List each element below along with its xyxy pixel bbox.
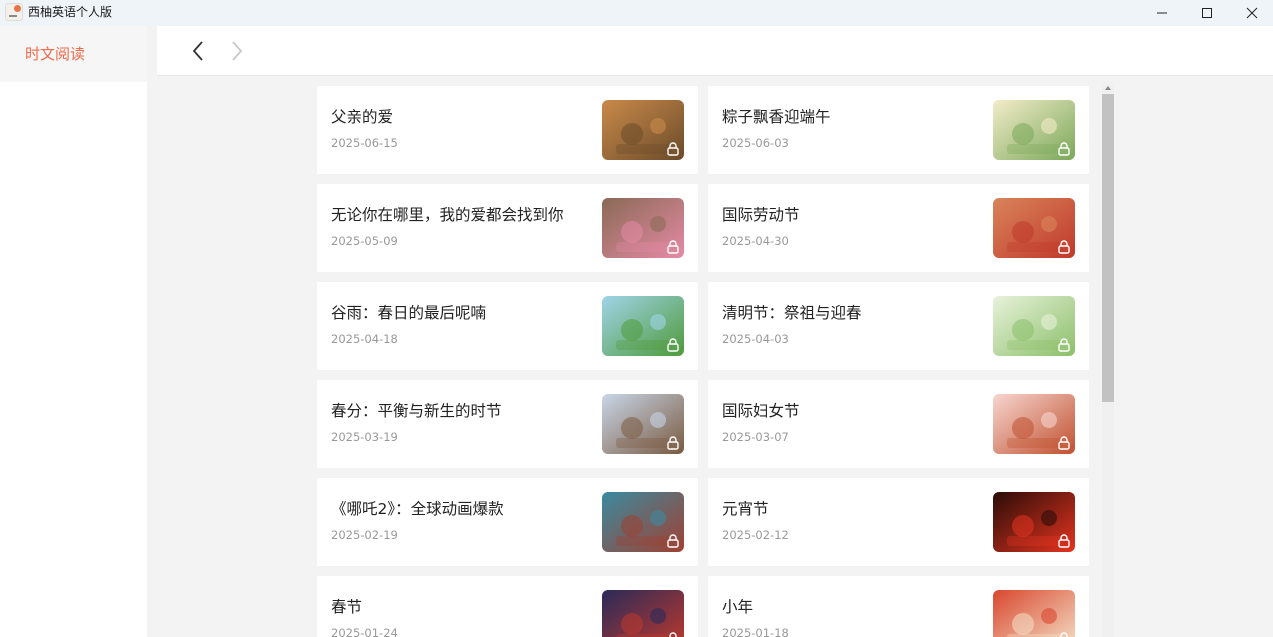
lock-icon [1056,141,1072,157]
article-date: 2025-02-19 [331,528,398,542]
article-title: 国际劳动节 [722,206,800,224]
scrollbar-thumb[interactable] [1102,94,1114,402]
lock-icon [665,141,681,157]
article-thumbnail [993,492,1075,552]
article-date: 2025-01-18 [722,626,789,637]
article-card[interactable]: 清明节：祭祖与迎春 2025-04-03 [708,282,1089,370]
minimize-icon [1157,12,1167,14]
article-thumbnail [602,100,684,160]
lock-icon [665,435,681,451]
article-card[interactable]: 春节 2025-01-24 [317,576,698,637]
sidebar-item-reading[interactable]: 时文阅读 [0,26,147,82]
article-card[interactable]: 无论你在哪里，我的爱都会找到你 2025-05-09 [317,184,698,272]
article-date: 2025-03-07 [722,430,789,444]
lock-icon [1056,337,1072,353]
app-logo-icon [5,3,23,21]
lock-icon [665,239,681,255]
maximize-icon [1202,8,1212,18]
article-thumbnail [993,590,1075,637]
scrollbar[interactable] [1102,82,1114,637]
top-nav-bar [157,26,1273,76]
close-button[interactable] [1229,0,1273,26]
minimize-button[interactable] [1139,0,1185,26]
lock-icon [665,631,681,637]
article-title: 父亲的爱 [331,108,394,126]
article-title: 春分：平衡与新生的时节 [331,402,502,420]
article-thumbnail [993,198,1075,258]
article-card[interactable]: 国际劳动节 2025-04-30 [708,184,1089,272]
article-date: 2025-05-09 [331,234,398,248]
article-title: 清明节：祭祖与迎春 [722,304,862,322]
forward-button[interactable] [225,38,249,64]
article-title: 粽子飘香迎端午 [722,108,831,126]
lock-icon [1056,533,1072,549]
article-date: 2025-06-03 [722,136,789,150]
article-thumbnail [993,296,1075,356]
article-title: 《哪吒2》：全球动画爆款 [331,500,504,518]
article-title: 元宵节 [722,500,769,518]
sidebar: 时文阅读 [0,26,147,637]
lock-icon [665,533,681,549]
article-thumbnail [602,296,684,356]
article-date: 2025-04-18 [331,332,398,346]
article-title: 春节 [331,598,363,616]
maximize-button[interactable] [1184,0,1230,26]
chevron-left-icon [192,41,203,61]
article-title: 无论你在哪里，我的爱都会找到你 [331,206,564,224]
article-card[interactable]: 粽子飘香迎端午 2025-06-03 [708,86,1089,174]
article-card[interactable]: 元宵节 2025-02-12 [708,478,1089,566]
close-icon [1246,7,1258,19]
scroll-up-arrow[interactable] [1102,82,1114,94]
article-title: 谷雨：春日的最后呢喃 [331,304,487,322]
chevron-right-icon [232,41,243,61]
article-date: 2025-04-03 [722,332,789,346]
article-thumbnail [602,394,684,454]
title-bar: 西柚英语个人版 [0,0,1273,26]
article-list: 父亲的爱 2025-06-15 粽子飘香迎端午 2025-06-03 无论你在哪里，我的… [157,76,1273,637]
back-button[interactable] [186,38,210,64]
article-title: 小年 [722,598,754,616]
article-card[interactable]: 小年 2025-01-18 [708,576,1089,637]
article-thumbnail [602,590,684,637]
article-thumbnail [602,198,684,258]
lock-icon [1056,239,1072,255]
lock-icon [665,337,681,353]
article-date: 2025-04-30 [722,234,789,248]
article-card[interactable]: 父亲的爱 2025-06-15 [317,86,698,174]
article-title: 国际妇女节 [722,402,800,420]
article-card[interactable]: 《哪吒2》：全球动画爆款 2025-02-19 [317,478,698,566]
lock-icon [1056,435,1072,451]
article-date: 2025-06-15 [331,136,398,150]
article-card[interactable]: 谷雨：春日的最后呢喃 2025-04-18 [317,282,698,370]
article-date: 2025-03-19 [331,430,398,444]
article-date: 2025-02-12 [722,528,789,542]
lock-icon [1056,631,1072,637]
article-card[interactable]: 国际妇女节 2025-03-07 [708,380,1089,468]
article-thumbnail [602,492,684,552]
window-title: 西柚英语个人版 [28,5,113,19]
article-thumbnail [993,394,1075,454]
article-card[interactable]: 春分：平衡与新生的时节 2025-03-19 [317,380,698,468]
article-date: 2025-01-24 [331,626,398,637]
article-thumbnail [993,100,1075,160]
caret-up-icon [1105,86,1111,90]
